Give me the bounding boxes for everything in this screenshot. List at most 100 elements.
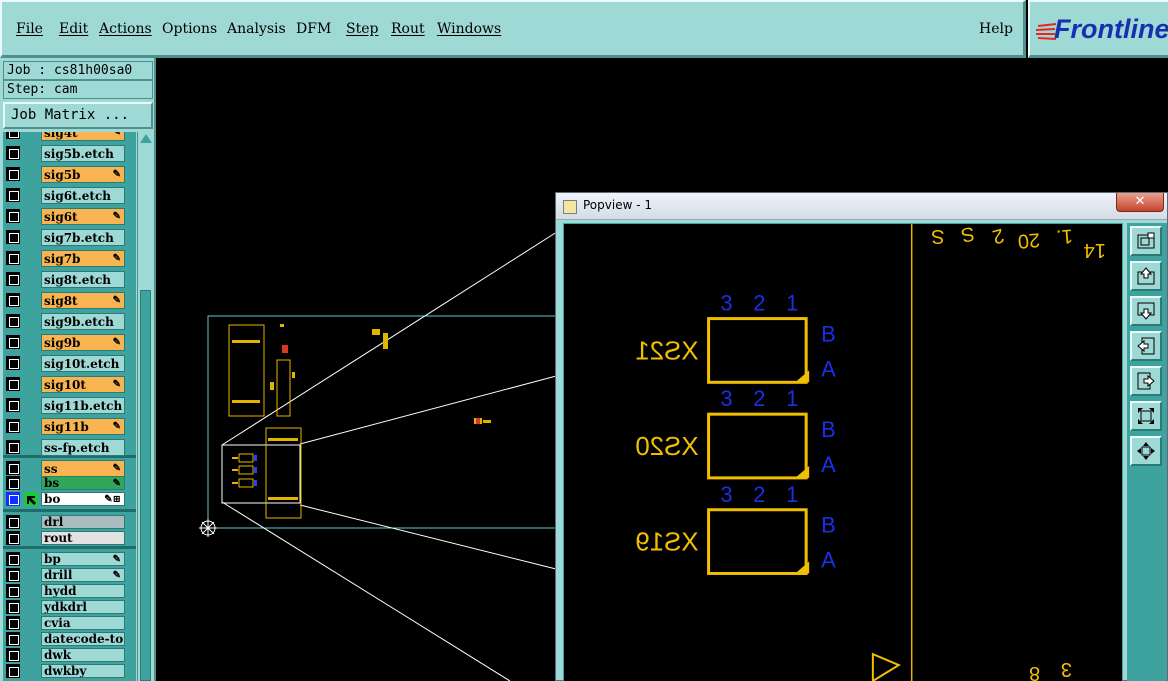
- popview-titlebar[interactable]: Popview - 1 ✕: [556, 193, 1167, 220]
- menu-actions[interactable]: Actions: [99, 21, 152, 37]
- layer-checkbox[interactable]: [6, 398, 20, 412]
- layer-row-drill[interactable]: drill ✎: [3, 567, 136, 583]
- menu-file[interactable]: File: [16, 21, 43, 37]
- menu-dfm[interactable]: DFM: [296, 21, 331, 37]
- layer-checkbox[interactable]: [6, 419, 20, 433]
- popview-canvas[interactable]: S S 2 20 1. 14 8 3 3 2 1BAXS213 2 1BAXS203 2 1…: [563, 223, 1123, 681]
- move-down-icon[interactable]: [1130, 296, 1162, 326]
- layer-checkbox[interactable]: [6, 167, 20, 181]
- layer-checkbox[interactable]: [6, 377, 20, 391]
- layer-checkbox[interactable]: [6, 461, 20, 475]
- layer-name[interactable]: datecode-to: [41, 632, 125, 646]
- layer-name[interactable]: rout: [41, 531, 125, 545]
- layer-checkbox[interactable]: [6, 132, 20, 139]
- layer-checkbox[interactable]: [6, 146, 20, 160]
- layer-name[interactable]: cvia: [41, 616, 125, 630]
- job-matrix-button[interactable]: Job Matrix ...: [3, 102, 153, 129]
- layer-checkbox[interactable]: [6, 568, 20, 582]
- layer-name[interactable]: hydd: [41, 584, 125, 598]
- layer-checkbox[interactable]: [6, 440, 20, 454]
- layer-row-sig6t[interactable]: sig6t ✎: [3, 206, 136, 226]
- layer-name[interactable]: ydkdrl: [41, 600, 125, 614]
- layer-row-dwk[interactable]: dwk: [3, 647, 136, 663]
- layer-name[interactable]: sig5b ✎: [41, 166, 125, 183]
- layer-name[interactable]: bp ✎: [41, 552, 125, 566]
- layer-checkbox[interactable]: [6, 251, 20, 265]
- layer-checkbox[interactable]: [6, 552, 20, 566]
- layer-name[interactable]: sig6t.etch: [41, 187, 125, 204]
- layer-list-scrollbar[interactable]: [137, 132, 153, 681]
- layer-checkbox[interactable]: [6, 293, 20, 307]
- layer-row-bp[interactable]: bp ✎: [3, 551, 136, 567]
- layer-row-sig4t[interactable]: sig4t ✎: [3, 132, 136, 142]
- move-right-icon[interactable]: [1130, 366, 1162, 396]
- menu-options[interactable]: Options: [162, 21, 217, 37]
- layer-name[interactable]: sig4t ✎: [41, 132, 125, 141]
- layer-checkbox[interactable]: [6, 664, 20, 678]
- layer-row-sig7b[interactable]: sig7b ✎: [3, 248, 136, 268]
- layer-checkbox[interactable]: [6, 209, 20, 223]
- layer-checkbox[interactable]: [6, 616, 20, 630]
- layer-row-sig10t.etch[interactable]: sig10t.etch: [3, 353, 136, 373]
- move-left-icon[interactable]: [1130, 331, 1162, 361]
- layer-row-sig5b[interactable]: sig5b ✎: [3, 164, 136, 184]
- zoom-in-icon[interactable]: [1130, 401, 1162, 431]
- layer-row-hydd[interactable]: hydd: [3, 583, 136, 599]
- layer-row-sig11b.etch[interactable]: sig11b.etch: [3, 395, 136, 415]
- layer-row-sig6t.etch[interactable]: sig6t.etch: [3, 185, 136, 205]
- layer-checkbox[interactable]: [6, 230, 20, 244]
- layer-checkbox[interactable]: [6, 600, 20, 614]
- layer-checkbox[interactable]: [6, 356, 20, 370]
- close-button[interactable]: ✕: [1116, 193, 1164, 212]
- layer-checkbox[interactable]: [6, 648, 20, 662]
- layer-row-bo[interactable]: bo ✎⊞: [3, 491, 136, 507]
- layer-row-ss-fp.etch[interactable]: ss-fp.etch: [3, 437, 136, 457]
- layer-checkbox[interactable]: [6, 314, 20, 328]
- layer-name[interactable]: sig5b.etch: [41, 145, 125, 162]
- layer-checkbox[interactable]: [6, 335, 20, 349]
- layer-row-sig5b.etch[interactable]: sig5b.etch: [3, 143, 136, 163]
- layer-name[interactable]: sig9b ✎: [41, 334, 125, 351]
- layer-row-sig8t[interactable]: sig8t ✎: [3, 290, 136, 310]
- layer-name[interactable]: sig10t.etch: [41, 355, 125, 372]
- layer-checkbox[interactable]: [6, 632, 20, 646]
- layer-checkbox[interactable]: [6, 492, 20, 506]
- zoom-out-icon[interactable]: [1130, 436, 1162, 466]
- layer-row-rout[interactable]: rout: [3, 530, 136, 546]
- move-up-icon[interactable]: [1130, 261, 1162, 291]
- layer-name[interactable]: sig7b.etch: [41, 229, 125, 246]
- scroll-up-icon[interactable]: [140, 134, 152, 143]
- layer-row-sig11b[interactable]: sig11b ✎: [3, 416, 136, 436]
- layer-name[interactable]: drl: [41, 515, 125, 529]
- layer-checkbox[interactable]: [6, 188, 20, 202]
- layer-checkbox[interactable]: [6, 272, 20, 286]
- menu-help[interactable]: Help: [979, 21, 1013, 37]
- layer-name[interactable]: ss-fp.etch: [41, 439, 125, 456]
- layer-checkbox[interactable]: [6, 584, 20, 598]
- layer-name[interactable]: sig11b.etch: [41, 397, 125, 414]
- layer-name[interactable]: sig10t ✎: [41, 376, 125, 393]
- menu-analysis[interactable]: Analysis: [227, 21, 286, 37]
- layer-row-sig7b.etch[interactable]: sig7b.etch: [3, 227, 136, 247]
- layer-row-sig9b.etch[interactable]: sig9b.etch: [3, 311, 136, 331]
- layer-row-dwkby[interactable]: dwkby: [3, 663, 136, 679]
- layer-name[interactable]: bo ✎⊞: [41, 492, 125, 506]
- scroll-thumb[interactable]: [140, 290, 151, 681]
- layer-checkbox[interactable]: [6, 515, 20, 529]
- layer-name[interactable]: dwk: [41, 648, 125, 662]
- layer-row-sig8t.etch[interactable]: sig8t.etch: [3, 269, 136, 289]
- layer-row-drl[interactable]: drl: [3, 514, 136, 530]
- menu-rout[interactable]: Rout: [391, 21, 425, 37]
- layer-name[interactable]: sig9b.etch: [41, 313, 125, 330]
- layer-name[interactable]: bs ✎: [41, 476, 125, 490]
- zoom-home-icon[interactable]: [1130, 226, 1162, 256]
- layer-row-datecode-to[interactable]: datecode-to: [3, 631, 136, 647]
- layer-name[interactable]: sig11b ✎: [41, 418, 125, 435]
- layer-row-ydkdrl[interactable]: ydkdrl: [3, 599, 136, 615]
- layer-row-bs[interactable]: bs ✎: [3, 475, 136, 491]
- menu-step[interactable]: Step: [346, 21, 378, 37]
- menu-edit[interactable]: Edit: [59, 21, 88, 37]
- layer-name[interactable]: drill ✎: [41, 568, 125, 582]
- layer-checkbox[interactable]: [6, 476, 20, 490]
- layer-row-sig10t[interactable]: sig10t ✎: [3, 374, 136, 394]
